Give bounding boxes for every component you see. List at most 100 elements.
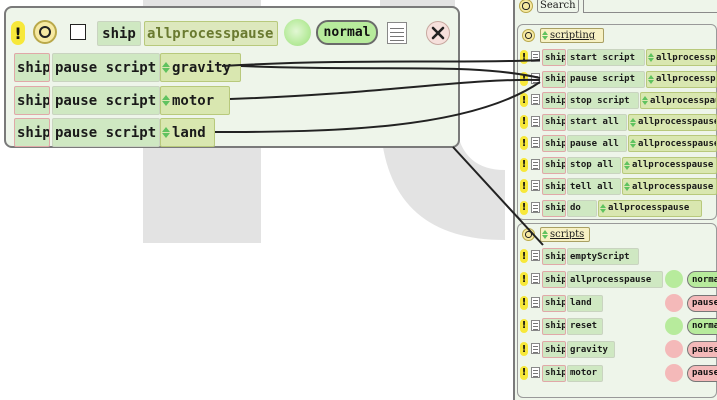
row-arg-tile[interactable]: allprocesspause bbox=[622, 156, 717, 174]
scripts-category-selector[interactable]: scripts bbox=[540, 227, 590, 242]
row-command-tile[interactable]: pause all bbox=[567, 135, 627, 152]
status-button[interactable]: pause bbox=[687, 341, 717, 359]
category-arrows-icon[interactable] bbox=[542, 230, 548, 239]
arg-arrows-icon[interactable] bbox=[648, 53, 654, 62]
row-arg-tile[interactable]: allprocesspause bbox=[598, 199, 702, 217]
row-arg-tile[interactable]: allprocesspause bbox=[628, 135, 717, 152]
script-name-tile[interactable]: gravity bbox=[567, 341, 615, 359]
row-object-tile[interactable]: ship bbox=[14, 118, 50, 147]
arg-arrows-icon[interactable] bbox=[624, 182, 630, 191]
category-arrows-icon[interactable] bbox=[542, 31, 548, 40]
script-menu-button[interactable] bbox=[33, 20, 57, 44]
arg-arrows-icon[interactable] bbox=[630, 139, 636, 148]
row-command-tile[interactable]: start all bbox=[567, 113, 627, 131]
row-arg-tile[interactable]: allprocesspause bbox=[640, 92, 717, 109]
search-button[interactable]: Search bbox=[537, 0, 579, 13]
row-object-tile[interactable]: ship bbox=[542, 248, 566, 265]
script-document-icon[interactable] bbox=[531, 201, 540, 213]
close-icon[interactable] bbox=[426, 21, 450, 45]
script-document-icon[interactable] bbox=[531, 250, 540, 261]
bang-button[interactable]: ! bbox=[520, 50, 528, 64]
script-document-icon[interactable] bbox=[531, 296, 540, 308]
arg-arrows-icon[interactable] bbox=[648, 74, 654, 84]
arg-arrows-icon[interactable] bbox=[624, 160, 630, 170]
scripting-category-menu-button[interactable] bbox=[522, 29, 535, 42]
row-object-tile[interactable]: ship bbox=[542, 70, 566, 88]
row-command-tile[interactable]: pause script bbox=[567, 70, 645, 88]
script-document-icon[interactable] bbox=[531, 343, 540, 355]
bang-button[interactable]: ! bbox=[520, 249, 528, 263]
status-button[interactable]: norma bbox=[687, 271, 717, 289]
row-command-tile[interactable]: pause script bbox=[52, 118, 160, 147]
script-name-tile[interactable]: land bbox=[567, 294, 603, 312]
row-arg-tile[interactable]: allprocesspau bbox=[646, 70, 717, 88]
row-object-tile[interactable]: ship bbox=[542, 156, 566, 174]
row-object-tile[interactable]: ship bbox=[542, 199, 566, 217]
script-name-tile[interactable]: motor bbox=[567, 364, 603, 382]
script-document-icon[interactable] bbox=[531, 319, 540, 331]
script-document-icon[interactable] bbox=[531, 72, 540, 84]
row-object-tile[interactable]: ship bbox=[542, 92, 566, 109]
row-object-tile[interactable]: ship bbox=[14, 53, 50, 82]
row-object-tile[interactable]: ship bbox=[542, 113, 566, 131]
row-command-tile[interactable]: stop script bbox=[567, 92, 639, 109]
status-button[interactable]: pause bbox=[687, 364, 717, 382]
row-command-tile[interactable]: stop all bbox=[567, 156, 621, 174]
bang-button[interactable]: ! bbox=[520, 295, 528, 310]
row-arg-tile[interactable]: gravity bbox=[160, 53, 241, 82]
arg-arrows-icon[interactable] bbox=[642, 96, 648, 105]
scripting-category-selector[interactable]: scripting bbox=[540, 28, 604, 43]
arg-arrows-icon[interactable] bbox=[162, 95, 170, 106]
row-command-tile[interactable]: pause script bbox=[52, 86, 160, 115]
bang-button[interactable]: ! bbox=[520, 114, 528, 129]
script-document-icon[interactable] bbox=[531, 366, 540, 378]
script-name-tile[interactable]: allprocesspause bbox=[567, 271, 663, 289]
row-object-tile[interactable]: ship bbox=[542, 135, 566, 152]
bang-button[interactable]: ! bbox=[520, 318, 528, 333]
status-button[interactable]: norma bbox=[687, 317, 717, 335]
script-document-icon[interactable] bbox=[531, 137, 540, 148]
row-command-tile[interactable]: tell all bbox=[567, 178, 621, 195]
row-object-tile[interactable]: ship bbox=[542, 364, 566, 382]
script-name-tile[interactable]: emptyScript bbox=[567, 248, 639, 265]
row-command-tile[interactable]: start script bbox=[567, 49, 645, 66]
script-name-field[interactable]: allprocesspause bbox=[144, 21, 278, 46]
checkbox-icon[interactable] bbox=[70, 24, 86, 40]
script-bang-button[interactable]: ! bbox=[11, 21, 25, 45]
script-document-icon[interactable] bbox=[531, 158, 540, 170]
script-document-icon[interactable] bbox=[387, 22, 407, 44]
arg-arrows-icon[interactable] bbox=[162, 127, 170, 138]
row-object-tile[interactable]: ship bbox=[542, 317, 566, 335]
arg-arrows-icon[interactable] bbox=[162, 62, 170, 73]
status-light-icon[interactable] bbox=[665, 293, 683, 312]
script-status-button[interactable]: normal bbox=[316, 20, 378, 45]
row-object-tile[interactable]: ship bbox=[14, 86, 50, 115]
status-light-icon[interactable] bbox=[665, 363, 683, 382]
script-document-icon[interactable] bbox=[531, 94, 540, 105]
row-arg-tile[interactable]: land bbox=[160, 118, 215, 147]
bang-button[interactable]: ! bbox=[520, 342, 528, 357]
row-object-tile[interactable]: ship bbox=[542, 271, 566, 289]
bang-button[interactable]: ! bbox=[520, 179, 528, 193]
bang-button[interactable]: ! bbox=[520, 200, 528, 215]
row-arg-tile[interactable]: allprocesspau bbox=[646, 49, 717, 66]
row-object-tile[interactable]: ship bbox=[542, 178, 566, 195]
script-document-icon[interactable] bbox=[531, 180, 540, 191]
row-command-tile[interactable]: do bbox=[567, 199, 597, 217]
row-arg-tile[interactable]: allprocesspause bbox=[622, 178, 717, 195]
script-status-light-icon[interactable] bbox=[284, 19, 311, 46]
status-light-icon[interactable] bbox=[665, 316, 683, 335]
arg-arrows-icon[interactable] bbox=[600, 203, 606, 213]
status-button[interactable]: pause bbox=[687, 294, 717, 312]
script-document-icon[interactable] bbox=[531, 273, 540, 285]
row-arg-tile[interactable]: motor bbox=[160, 86, 230, 115]
row-arg-tile[interactable]: allprocesspause bbox=[628, 113, 717, 131]
script-object-tile[interactable]: ship bbox=[97, 21, 141, 46]
row-object-tile[interactable]: ship bbox=[542, 341, 566, 359]
script-name-tile[interactable]: reset bbox=[567, 317, 603, 335]
bang-button[interactable]: ! bbox=[520, 71, 528, 86]
arg-arrows-icon[interactable] bbox=[630, 117, 636, 127]
row-object-tile[interactable]: ship bbox=[542, 294, 566, 312]
scripts-category-menu-button[interactable] bbox=[522, 228, 535, 241]
script-document-icon[interactable] bbox=[531, 51, 540, 62]
